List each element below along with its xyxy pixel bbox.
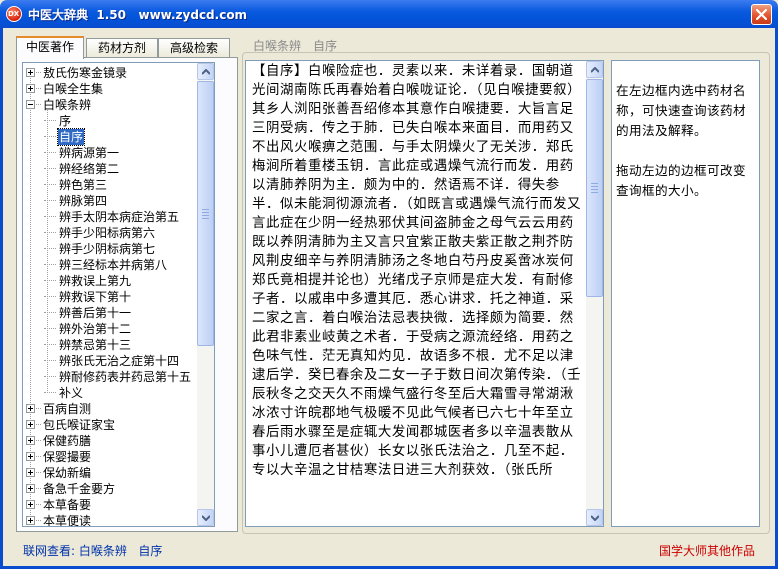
tree-item-label: 辨经络第二 [59,162,120,176]
online-view-link[interactable]: 联网查看: 白喉条辨 自序 [23,542,162,559]
tree-item-label: 辨善后第十一 [59,306,132,320]
tree-item-label: 辨耐修药表并药忌第十五 [59,370,192,384]
tree-item-label: 辨脉第四 [59,194,108,208]
tree-item-label: 辨救误上第九 [59,274,132,288]
tree-item-label: 辨三经标本并病第八 [59,258,168,272]
tree-scroll-down-button[interactable] [197,509,214,526]
tree-item-label: 本草便读 [43,514,92,527]
tree-item-label: 保健药膳 [43,434,92,448]
expand-icon[interactable] [26,436,35,445]
tab-advanced-search[interactable]: 高级检索 [158,38,230,58]
content-textbox[interactable]: 【自序】白喉险症也．灵素以来．未详着录．国朝道光间湖南陈氏再春始着白喉咙证论．（… [245,60,604,527]
app-logo-icon [6,6,22,22]
online-view-chapter: 自序 [138,544,163,558]
help-panel: 在左边框内选中药材名称，可快速查询该药材的用法及解释。 拖动左边的边框可改变查询… [611,60,760,527]
tab-herbs-formulas[interactable]: 药材方剂 [86,38,158,58]
expand-icon[interactable] [26,500,35,509]
tree-item-label: 辨外治第十二 [59,322,132,336]
online-view-label: 联网查看: [23,544,76,558]
tree-item-label: 自序 [56,128,86,146]
other-works-link[interactable]: 国学大师其他作品 [659,542,755,559]
tree-item-label: 百病自测 [43,402,92,416]
book-tree[interactable]: 敖氏伤寒金镜录 白喉全生集白喉条辨序自序 辨病源第一辨经络第二辨色第三辨脉第四辨手太… [22,62,215,527]
expand-icon[interactable] [26,84,35,93]
tree-item-label: 辨救误下第十 [59,290,132,304]
content-body: 白喉险症也．灵素以来．未详着录．国朝道光间湖南陈氏再春始着白喉咙证论．（见白喉捷… [252,64,582,478]
tree-item-label: 白喉全生集 [43,82,104,96]
tree-item-label: 辨张氏无治之症第十四 [59,354,180,368]
tree-scrollbar[interactable] [197,63,214,526]
close-button[interactable] [751,4,772,25]
tree-item-label: 补义 [59,386,84,400]
tree-item-label: 本草备要 [43,498,92,512]
expand-icon[interactable] [26,516,35,525]
tree-item-label: 白喉条辨 [43,98,92,112]
tree-scroll-thumb[interactable] [197,81,214,346]
arrow-down-icon [591,515,599,521]
tree-item-label: 序 [59,114,72,128]
status-bar: 联网查看: 白喉条辨 自序 国学大师其他作品 [3,538,775,566]
expand-icon[interactable] [26,68,35,77]
arrow-down-icon [202,515,210,521]
arrow-up-icon [591,67,599,73]
arrow-up-icon [202,69,210,75]
tree-item-label: 辨色第三 [59,178,108,192]
tree-item-label: 辨手少阳标病第六 [59,226,156,240]
tree-item-label: 辨病源第一 [59,146,120,160]
help-paragraph: 拖动左边的边框可改变查询框的大小。 [616,163,746,198]
help-paragraph: 在左边框内选中药材名称，可快速查询该药材的用法及解释。 [616,83,746,138]
close-icon [756,9,767,20]
tree-item-label: 辨手少阴标病第七 [59,242,156,256]
expand-icon[interactable] [26,404,35,413]
tree-item-label: 敖氏伤寒金镜录 [43,66,128,80]
tree-item-label: 辨手太阴本病症治第五 [59,210,180,224]
tree-item-label: 备急千金要方 [43,482,116,496]
expand-icon[interactable] [26,468,35,477]
tab-books[interactable]: 中医著作 [16,36,84,59]
online-view-book: 白喉条辨 [78,544,127,558]
content-text: 【自序】白喉险症也．灵素以来．未详着录．国朝道光间湖南陈氏再春始着白喉咙证论．（… [252,62,587,480]
collapse-icon[interactable] [26,100,35,109]
tree-item-label: 辨禁忌第十三 [59,338,132,352]
content-heading: 【自序】 [252,64,308,79]
tree-item-label: 保幼新编 [43,466,92,480]
tree-item-label: 包氏喉证家宝 [43,418,116,432]
expand-icon[interactable] [26,452,35,461]
window-title: 中医大辞典 1.50 www.zydcd.com [28,8,248,22]
expand-icon[interactable] [26,420,35,429]
content-scroll-down-button[interactable] [586,509,603,526]
expand-icon[interactable] [26,484,35,493]
content-scrollbar[interactable] [586,61,603,526]
tree-item-label: 保婴撮要 [43,450,92,464]
title-bar: 中医大辞典 1.50 www.zydcd.com [0,0,778,28]
tree-scroll-up-button[interactable] [197,63,214,80]
content-scroll-up-button[interactable] [586,61,603,78]
content-scroll-thumb[interactable] [586,79,603,297]
